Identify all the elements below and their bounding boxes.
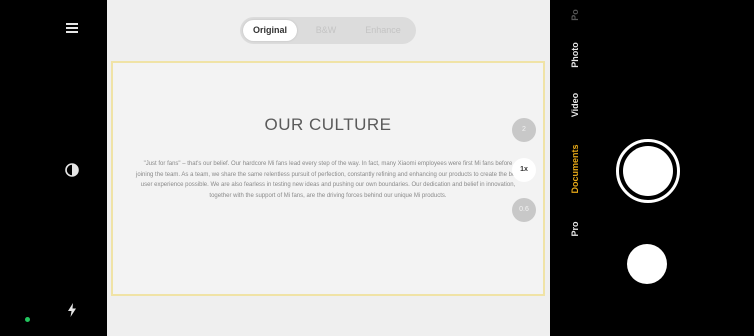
mode-portrait[interactable]: Po [568, 0, 582, 55]
camera-viewfinder[interactable]: Original B&W Enhance OUR CULTURE "Just f… [107, 0, 550, 336]
document-detection-frame: OUR CULTURE "Just for fans" – that's our… [111, 61, 545, 296]
tab-bw[interactable]: B&W [300, 20, 352, 41]
document-body-text: "Just for fans" – that's our belief. Our… [136, 161, 520, 199]
zoom-2x-button[interactable]: 2 [512, 118, 536, 142]
document-title: OUR CULTURE [264, 115, 392, 134]
shutter-button[interactable] [616, 139, 680, 203]
gallery-thumbnail-button[interactable] [627, 244, 667, 284]
zoom-wide-button[interactable]: 0.6 [512, 198, 536, 222]
status-dot [25, 317, 30, 322]
left-toolbar [0, 0, 107, 336]
filter-segmented-control: Original B&W Enhance [240, 17, 416, 44]
contrast-icon[interactable] [64, 162, 80, 178]
tab-original[interactable]: Original [243, 20, 297, 41]
flash-auto-icon[interactable] [64, 302, 80, 318]
menu-icon[interactable] [64, 20, 80, 36]
tab-enhance[interactable]: Enhance [353, 20, 413, 41]
shutter-button-inner [623, 146, 673, 196]
zoom-1x-button[interactable]: 1x [512, 158, 536, 182]
